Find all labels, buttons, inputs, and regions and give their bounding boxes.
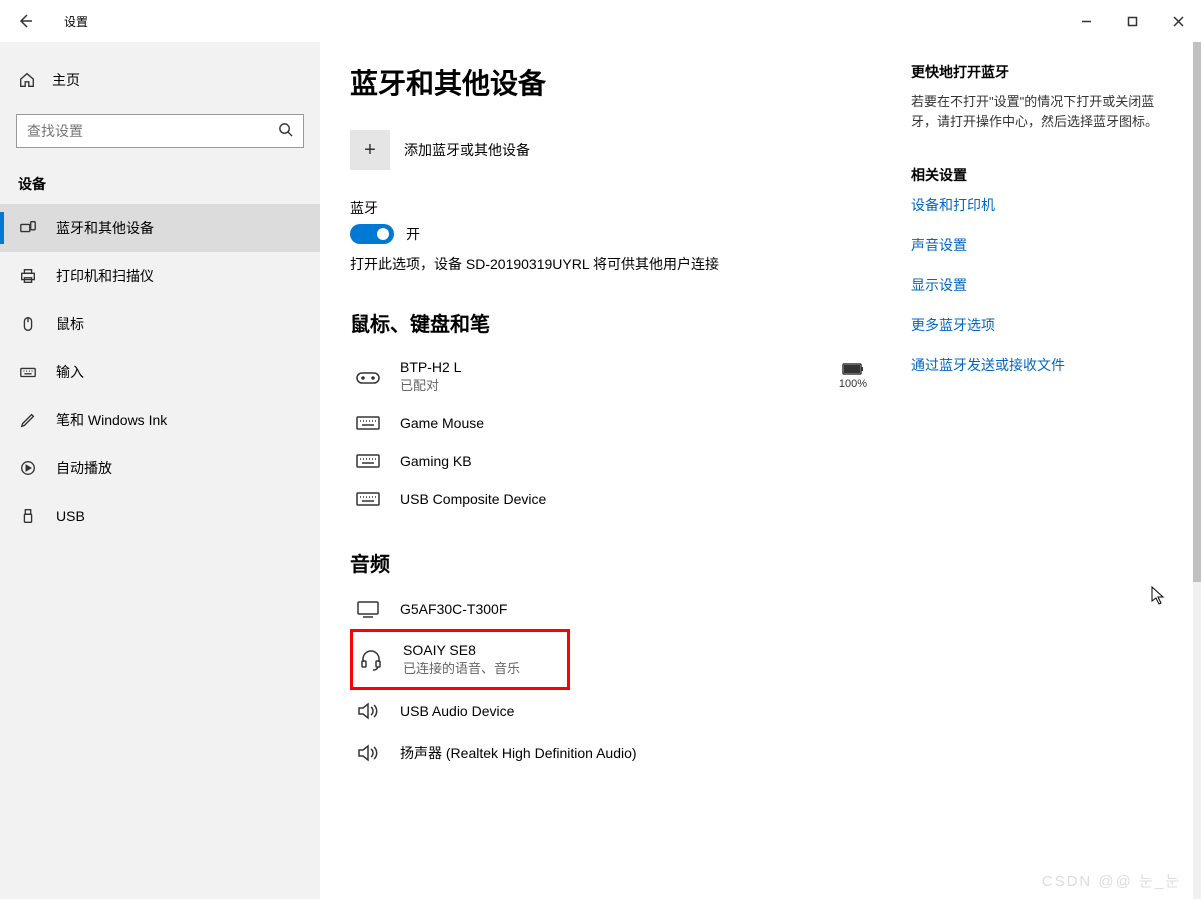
maximize-icon (1127, 16, 1138, 27)
sidebar-item-mouse[interactable]: 鼠标 (0, 300, 320, 348)
device-name: 扬声器 (Realtek High Definition Audio) (400, 743, 637, 763)
sidebar-section-label: 设备 (0, 148, 320, 204)
device-name: G5AF30C-T300F (400, 601, 507, 617)
device-name: BTP-H2 L (400, 359, 461, 375)
maximize-button[interactable] (1109, 5, 1155, 37)
app-title: 设置 (64, 13, 88, 30)
sidebar-item-bluetooth[interactable]: 蓝牙和其他设备 (0, 204, 320, 252)
home-link[interactable]: 主页 (0, 60, 320, 100)
quick-bt-heading: 更快地打开蓝牙 (911, 62, 1171, 82)
battery-percent: 100% (839, 378, 867, 390)
sidebar-item-autoplay[interactable]: 自动播放 (0, 444, 320, 492)
device-row[interactable]: BTP-H2 L 已配对 100% (350, 349, 891, 404)
nav-label: 蓝牙和其他设备 (56, 218, 154, 238)
device-row[interactable]: USB Composite Device (350, 480, 891, 518)
nav-label: USB (56, 508, 85, 524)
home-icon (18, 71, 36, 89)
sidebar-item-printers[interactable]: 打印机和扫描仪 (0, 252, 320, 300)
device-name: USB Audio Device (400, 703, 514, 719)
link-display-settings[interactable]: 显示设置 (911, 275, 1171, 295)
bluetooth-hint: 打开此选项，设备 SD-20190319UYRL 将可供其他用户连接 (350, 254, 891, 274)
group-heading-mkp: 鼠标、键盘和笔 (350, 308, 891, 337)
speaker-icon (354, 700, 382, 722)
home-label: 主页 (52, 70, 80, 90)
watermark: CSDN @@ 눈_눈 (1042, 870, 1181, 891)
device-row-highlighted[interactable]: SOAIY SE8 已连接的语音、音乐 (350, 629, 570, 690)
device-name: USB Composite Device (400, 491, 546, 507)
keyboard-icon (354, 414, 382, 432)
arrow-left-icon (17, 13, 33, 29)
scrollbar[interactable] (1193, 42, 1201, 899)
quick-bt-text: 若要在不打开"设置"的情况下打开或关闭蓝牙，请打开操作中心，然后选择蓝牙图标。 (911, 92, 1171, 131)
bluetooth-devices-icon (18, 219, 38, 237)
nav-label: 输入 (56, 362, 84, 382)
search-input[interactable] (17, 123, 303, 139)
plus-icon: + (350, 130, 390, 170)
bluetooth-toggle[interactable] (350, 224, 394, 244)
device-row[interactable]: Gaming KB (350, 442, 891, 480)
link-more-bluetooth[interactable]: 更多蓝牙选项 (911, 315, 1171, 335)
gamepad-icon (354, 367, 382, 387)
bluetooth-heading: 蓝牙 (350, 198, 891, 218)
search-box[interactable] (16, 114, 304, 148)
device-row[interactable]: Game Mouse (350, 404, 891, 442)
minimize-button[interactable] (1063, 5, 1109, 37)
minimize-icon (1081, 16, 1092, 27)
link-bt-send-receive[interactable]: 通过蓝牙发送或接收文件 (911, 355, 1171, 375)
device-row[interactable]: 扬声器 (Realtek High Definition Audio) (350, 732, 891, 774)
group-heading-audio: 音频 (350, 548, 891, 577)
scrollbar-thumb[interactable] (1193, 42, 1201, 582)
keyboard-icon (18, 363, 38, 381)
keyboard-icon (354, 490, 382, 508)
device-status: 已配对 (400, 375, 461, 394)
close-button[interactable] (1155, 5, 1201, 37)
add-device-button[interactable]: + 添加蓝牙或其他设备 (350, 130, 891, 170)
device-row[interactable]: G5AF30C-T300F (350, 589, 891, 629)
sidebar-item-usb[interactable]: USB (0, 492, 320, 540)
printer-icon (18, 267, 38, 285)
back-button[interactable] (0, 0, 50, 42)
monitor-icon (354, 599, 382, 619)
usb-icon (18, 507, 38, 525)
autoplay-icon (18, 459, 38, 477)
battery-icon (842, 363, 864, 375)
link-devices-printers[interactable]: 设备和打印机 (911, 195, 1171, 215)
device-name: Game Mouse (400, 415, 484, 431)
nav-label: 自动播放 (56, 458, 112, 478)
titlebar: 设置 (0, 0, 1201, 42)
pen-icon (18, 411, 38, 429)
device-name: SOAIY SE8 (403, 642, 520, 658)
speaker-icon (354, 742, 382, 764)
mouse-icon (18, 315, 38, 333)
search-icon (278, 122, 293, 140)
battery-indicator: 100% (839, 363, 887, 390)
device-status: 已连接的语音、音乐 (403, 658, 520, 677)
nav-label: 鼠标 (56, 314, 84, 334)
link-sound-settings[interactable]: 声音设置 (911, 235, 1171, 255)
keyboard-icon (354, 452, 382, 470)
bluetooth-state: 开 (406, 224, 420, 244)
sidebar-item-pen[interactable]: 笔和 Windows Ink (0, 396, 320, 444)
related-heading: 相关设置 (911, 165, 1171, 185)
device-row[interactable]: USB Audio Device (350, 690, 891, 732)
nav-label: 打印机和扫描仪 (56, 266, 154, 286)
nav-label: 笔和 Windows Ink (56, 410, 167, 430)
add-device-label: 添加蓝牙或其他设备 (404, 140, 530, 160)
device-name: Gaming KB (400, 453, 472, 469)
sidebar: 主页 设备 蓝牙和其他设备 打印机和扫描仪 鼠标 输入 笔和 Windows (0, 42, 320, 899)
close-icon (1173, 16, 1184, 27)
sidebar-item-typing[interactable]: 输入 (0, 348, 320, 396)
headset-icon (357, 648, 385, 672)
page-title: 蓝牙和其他设备 (350, 62, 891, 102)
